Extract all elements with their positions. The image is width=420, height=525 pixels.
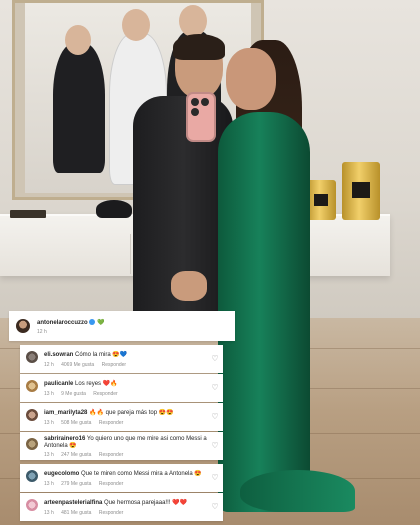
comment-emoji: 😍💙 (112, 352, 128, 358)
comments-overlay: antonelaroccuzzo 💚 12 h eli.sowran Cómo … (0, 0, 420, 525)
comment-card: sabrirainero16 Yo quiero uno que me mire… (20, 432, 223, 460)
comment-text: Que hermosa parejaaa!!! (104, 500, 171, 506)
comment-card: eli.sowran Cómo la mira 😍💙 12 h 4069 Me … (20, 345, 223, 373)
avatar[interactable] (26, 351, 38, 363)
comment-time: 13 h (44, 481, 54, 487)
comment-likes[interactable]: 247 Me gusta (61, 452, 91, 458)
heart-emoji: 💚 (97, 320, 105, 326)
comment-username[interactable]: eugecolomo (44, 471, 79, 477)
reply-button[interactable]: Responder (99, 420, 123, 426)
comment-likes[interactable]: 508 Me gusta (61, 420, 91, 426)
comment-card: paulicanle Los reyes ❤️🔥 13 h 9 Me gusta… (20, 374, 223, 402)
comment-emoji-prefix: 🔥🔥 (89, 410, 104, 416)
comment-emoji: 😍😍 (158, 410, 174, 416)
like-heart-icon[interactable]: ♡ (210, 441, 220, 451)
like-heart-icon[interactable]: ♡ (210, 502, 220, 512)
comment-likes[interactable]: 4069 Me gusta (61, 362, 94, 368)
reply-button[interactable]: Responder (102, 362, 126, 368)
comment-time: 13 h (44, 452, 54, 458)
comment-text: Cómo la mira (75, 352, 111, 358)
avatar[interactable] (26, 409, 38, 421)
comment-emoji: 😍 (194, 471, 202, 477)
like-heart-icon[interactable]: ♡ (210, 383, 220, 393)
reply-button[interactable]: Responder (93, 391, 117, 397)
reply-button[interactable]: Responder (99, 481, 123, 487)
comment-username[interactable]: arteenpastelerialfina (44, 500, 102, 506)
comment-emoji: ❤️❤️ (172, 500, 188, 506)
avatar[interactable] (26, 380, 38, 392)
verified-badge-icon (89, 319, 96, 326)
like-heart-icon[interactable]: ♡ (210, 412, 220, 422)
comment-username[interactable]: sabrirainero16 (44, 436, 85, 442)
comment-time: 12 h (37, 329, 47, 335)
reply-button[interactable]: Responder (99, 510, 123, 516)
comment-text: Los reyes (75, 381, 102, 387)
reply-button[interactable]: Responder (99, 452, 123, 458)
like-heart-icon[interactable]: ♡ (210, 354, 220, 364)
comment-username[interactable]: paulicanle (44, 381, 73, 387)
avatar[interactable] (26, 470, 38, 482)
comment-time: 12 h (44, 362, 54, 368)
like-heart-icon[interactable]: ♡ (210, 473, 220, 483)
comment-emoji: ❤️🔥 (102, 381, 118, 387)
comment-text: Que te miren como Messi mira a Antonela (81, 471, 193, 477)
comment-username[interactable]: iam_marilyta28 (44, 410, 87, 416)
comment-text: que pareja más top (105, 410, 158, 416)
comment-username[interactable]: antonelaroccuzzo (37, 320, 88, 326)
comment-card: eugecolomo Que te miren como Messi mira … (20, 464, 223, 492)
comment-likes[interactable]: 481 Me gusta (61, 510, 91, 516)
comment-time: 13 h (44, 510, 54, 516)
comment-username[interactable]: eli.sowran (44, 352, 73, 358)
comment-card: arteenpastelerialfina Que hermosa pareja… (20, 493, 223, 521)
avatar[interactable] (26, 499, 38, 511)
main-comment-card: antonelaroccuzzo 💚 12 h (9, 311, 235, 341)
comment-likes[interactable]: 9 Me gusta (61, 391, 86, 397)
comment-time: 13 h (44, 391, 54, 397)
avatar[interactable] (16, 319, 30, 333)
comment-likes[interactable]: 279 Me gusta (61, 481, 91, 487)
comment-time: 13 h (44, 420, 54, 426)
avatar[interactable] (26, 438, 38, 450)
comment-card: iam_marilyta28 🔥🔥 que pareja más top 😍😍 … (20, 403, 223, 431)
comment-emoji: 😍 (69, 443, 77, 449)
